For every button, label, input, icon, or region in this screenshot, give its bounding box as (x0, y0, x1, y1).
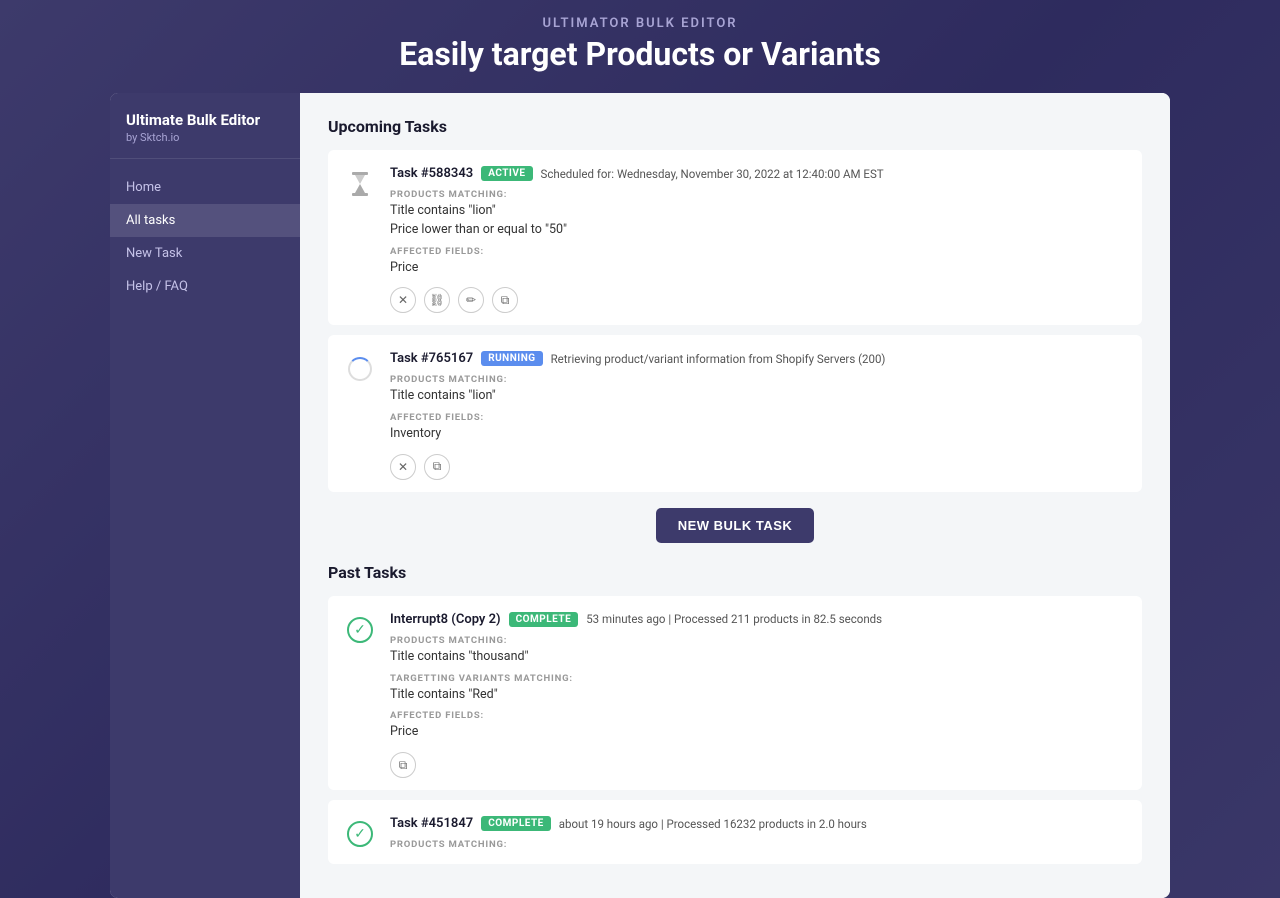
spinner-icon (344, 353, 376, 385)
task-body: Task #588343 ACTIVE Scheduled for: Wedne… (390, 166, 1126, 313)
sidebar-item-home[interactable]: Home (110, 171, 300, 204)
products-matching-label: PRODUCTS MATCHING: (390, 374, 1126, 385)
link-button[interactable]: ⛓ (424, 287, 450, 313)
task-schedule: 53 minutes ago | Processed 211 products … (586, 612, 882, 626)
sidebar-item-new-task[interactable]: New Task (110, 237, 300, 270)
task-schedule: Retrieving product/variant information f… (551, 352, 886, 366)
check-icon: ✓ (344, 818, 376, 850)
affected-fields-label: AFFECTED FIELDS: (390, 246, 1126, 257)
affected-fields-value: Inventory (390, 425, 1126, 444)
task-schedule: Scheduled for: Wednesday, November 30, 2… (541, 167, 884, 181)
check-icon: ✓ (344, 614, 376, 646)
task-header: Interrupt8 (Copy 2) COMPLETE 53 minutes … (390, 612, 1126, 627)
sidebar-item-help[interactable]: Help / FAQ (110, 270, 300, 303)
past-tasks-title: Past Tasks (328, 563, 1142, 582)
brand-title: Ultimate Bulk Editor (126, 111, 284, 129)
products-matching-value: Title contains "lion" (390, 387, 1126, 406)
products-matching-value: Title contains "thousand" (390, 648, 1126, 667)
copy-button[interactable]: ⧉ (424, 454, 450, 480)
copy-button[interactable]: ⧉ (492, 287, 518, 313)
task-header: Task #588343 ACTIVE Scheduled for: Wedne… (390, 166, 1126, 181)
main-content: Upcoming Tasks Task #588343 ACTIVE Sched… (300, 93, 1170, 898)
edit-button[interactable]: ✏ (458, 287, 484, 313)
task-number: Task #451847 (390, 816, 473, 831)
sidebar: Ultimate Bulk Editor by Sktch.io Home Al… (110, 93, 300, 898)
task-number: Task #588343 (390, 166, 473, 181)
app-container: Ultimate Bulk Editor by Sktch.io Home Al… (110, 93, 1170, 898)
task-header: Task #765167 RUNNING Retrieving product/… (390, 351, 1126, 366)
task-number: Task #765167 (390, 351, 473, 366)
task-row: ✓ Interrupt8 (Copy 2) COMPLETE 53 minute… (328, 596, 1142, 790)
products-matching-label: PRODUCTS MATCHING: (390, 635, 1126, 646)
task-body: Interrupt8 (Copy 2) COMPLETE 53 minutes … (390, 612, 1126, 778)
status-badge: COMPLETE (509, 612, 579, 627)
upcoming-tasks-title: Upcoming Tasks (328, 117, 1142, 136)
top-header: ULTIMATOR BULK EDITOR Easily target Prod… (0, 0, 1280, 93)
stop-button[interactable]: ✕ (390, 287, 416, 313)
hourglass-icon (344, 168, 376, 200)
task-row: Task #765167 RUNNING Retrieving product/… (328, 335, 1142, 492)
task-schedule: about 19 hours ago | Processed 16232 pro… (559, 817, 867, 831)
stop-button[interactable]: ✕ (390, 454, 416, 480)
products-matching-label: PRODUCTS MATCHING: (390, 839, 1126, 850)
variants-matching-value: Title contains "Red" (390, 686, 1126, 705)
app-name: ULTIMATOR BULK EDITOR (0, 16, 1280, 31)
task-row: Task #588343 ACTIVE Scheduled for: Wedne… (328, 150, 1142, 325)
copy-button[interactable]: ⧉ (390, 752, 416, 778)
task-body: Task #451847 COMPLETE about 19 hours ago… (390, 816, 1126, 852)
task-body: Task #765167 RUNNING Retrieving product/… (390, 351, 1126, 480)
sidebar-item-all-tasks[interactable]: All tasks (110, 204, 300, 237)
task-actions: ✕ ⛓ ✏ ⧉ (390, 287, 1126, 313)
task-actions: ⧉ (390, 752, 1126, 778)
new-task-container: NEW BULK TASK (328, 508, 1142, 543)
task-header: Task #451847 COMPLETE about 19 hours ago… (390, 816, 1126, 831)
brand-sub: by Sktch.io (126, 131, 284, 144)
products-matching-value: Title contains "lion"Price lower than or… (390, 202, 1126, 240)
affected-fields-value: Price (390, 723, 1126, 742)
task-actions: ✕ ⧉ (390, 454, 1126, 480)
affected-fields-label: AFFECTED FIELDS: (390, 412, 1126, 423)
status-badge: ACTIVE (481, 166, 532, 181)
sidebar-brand: Ultimate Bulk Editor by Sktch.io (110, 93, 300, 159)
new-bulk-task-button[interactable]: NEW BULK TASK (656, 508, 815, 543)
products-matching-label: PRODUCTS MATCHING: (390, 189, 1126, 200)
status-badge: COMPLETE (481, 816, 551, 831)
status-badge: RUNNING (481, 351, 542, 366)
sidebar-nav: Home All tasks New Task Help / FAQ (110, 159, 300, 315)
tagline: Easily target Products or Variants (0, 35, 1280, 73)
task-row: ✓ Task #451847 COMPLETE about 19 hours a… (328, 800, 1142, 864)
task-number: Interrupt8 (Copy 2) (390, 612, 501, 627)
affected-fields-value: Price (390, 259, 1126, 278)
variants-matching-label: TARGETTING VARIANTS MATCHING: (390, 673, 1126, 684)
